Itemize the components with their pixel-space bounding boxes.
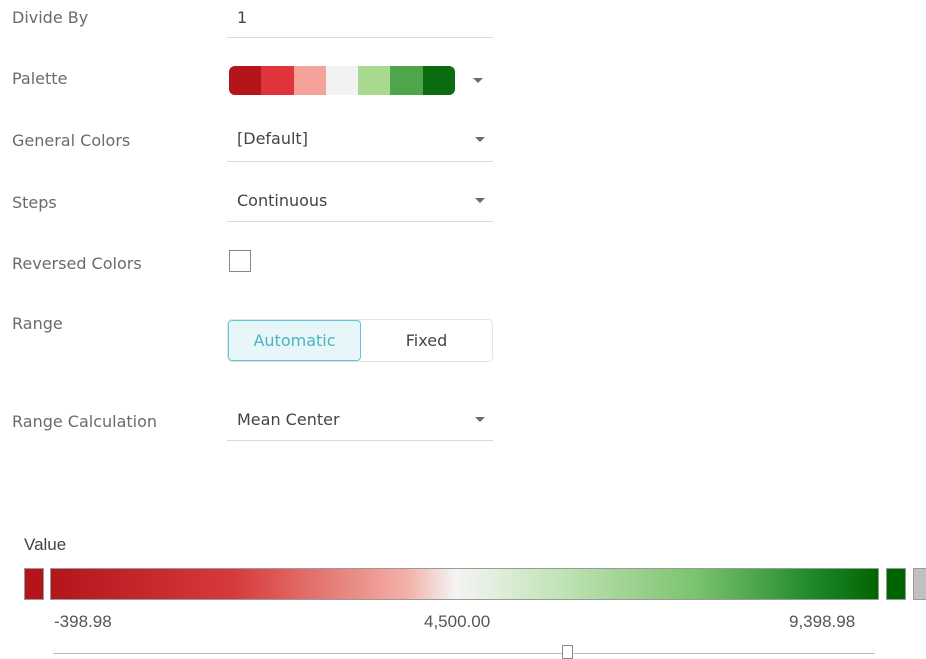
palette-swatch-4 [325, 66, 359, 95]
palette-swatch-5 [358, 66, 391, 95]
legend-mid-label: 4,500.00 [424, 612, 491, 631]
palette-swatch-2 [261, 66, 294, 95]
reversed-colors-label: Reversed Colors [12, 254, 142, 273]
palette-swatch-3 [293, 66, 326, 95]
divide-by-input[interactable]: 1 [227, 0, 493, 38]
general-colors-value: [Default] [237, 129, 308, 148]
range-automatic-button[interactable]: Automatic [228, 320, 361, 361]
palette-swatch-6 [390, 66, 423, 95]
below-range-swatch[interactable] [24, 568, 44, 600]
general-colors-select[interactable]: [Default] [227, 120, 493, 162]
palette-label: Palette [12, 69, 68, 88]
above-range-swatch[interactable] [886, 568, 906, 600]
steps-value: Continuous [237, 191, 328, 210]
chevron-down-icon [475, 137, 485, 142]
legend-max-label: 9,398.98 [789, 612, 856, 631]
legend-min-label: -398.98 [54, 612, 112, 631]
legend-title: Value [24, 535, 67, 554]
divide-by-value: 1 [237, 8, 248, 27]
range-toggle: Automatic Fixed [227, 319, 493, 362]
steps-label: Steps [12, 193, 57, 212]
range-label: Range [12, 314, 63, 333]
legend-slider-track [53, 653, 875, 654]
palette-preview[interactable] [229, 66, 455, 95]
palette-swatch-7 [422, 66, 455, 95]
range-fixed-button[interactable]: Fixed [361, 320, 492, 361]
chevron-down-icon [475, 198, 485, 203]
color-gradient-bar [50, 568, 879, 600]
null-value-swatch[interactable] [913, 568, 926, 600]
range-calculation-value: Mean Center [237, 410, 340, 429]
range-calculation-label: Range Calculation [12, 412, 158, 431]
legend-slider-handle[interactable] [562, 645, 573, 659]
general-colors-label: General Colors [12, 131, 131, 150]
range-calculation-select[interactable]: Mean Center [227, 400, 493, 441]
reversed-colors-checkbox[interactable] [229, 250, 251, 272]
palette-dropdown-icon[interactable] [473, 78, 483, 83]
divide-by-label: Divide By [12, 8, 89, 27]
chevron-down-icon [475, 417, 485, 422]
steps-select[interactable]: Continuous [227, 181, 493, 222]
palette-swatch-1 [229, 66, 262, 95]
